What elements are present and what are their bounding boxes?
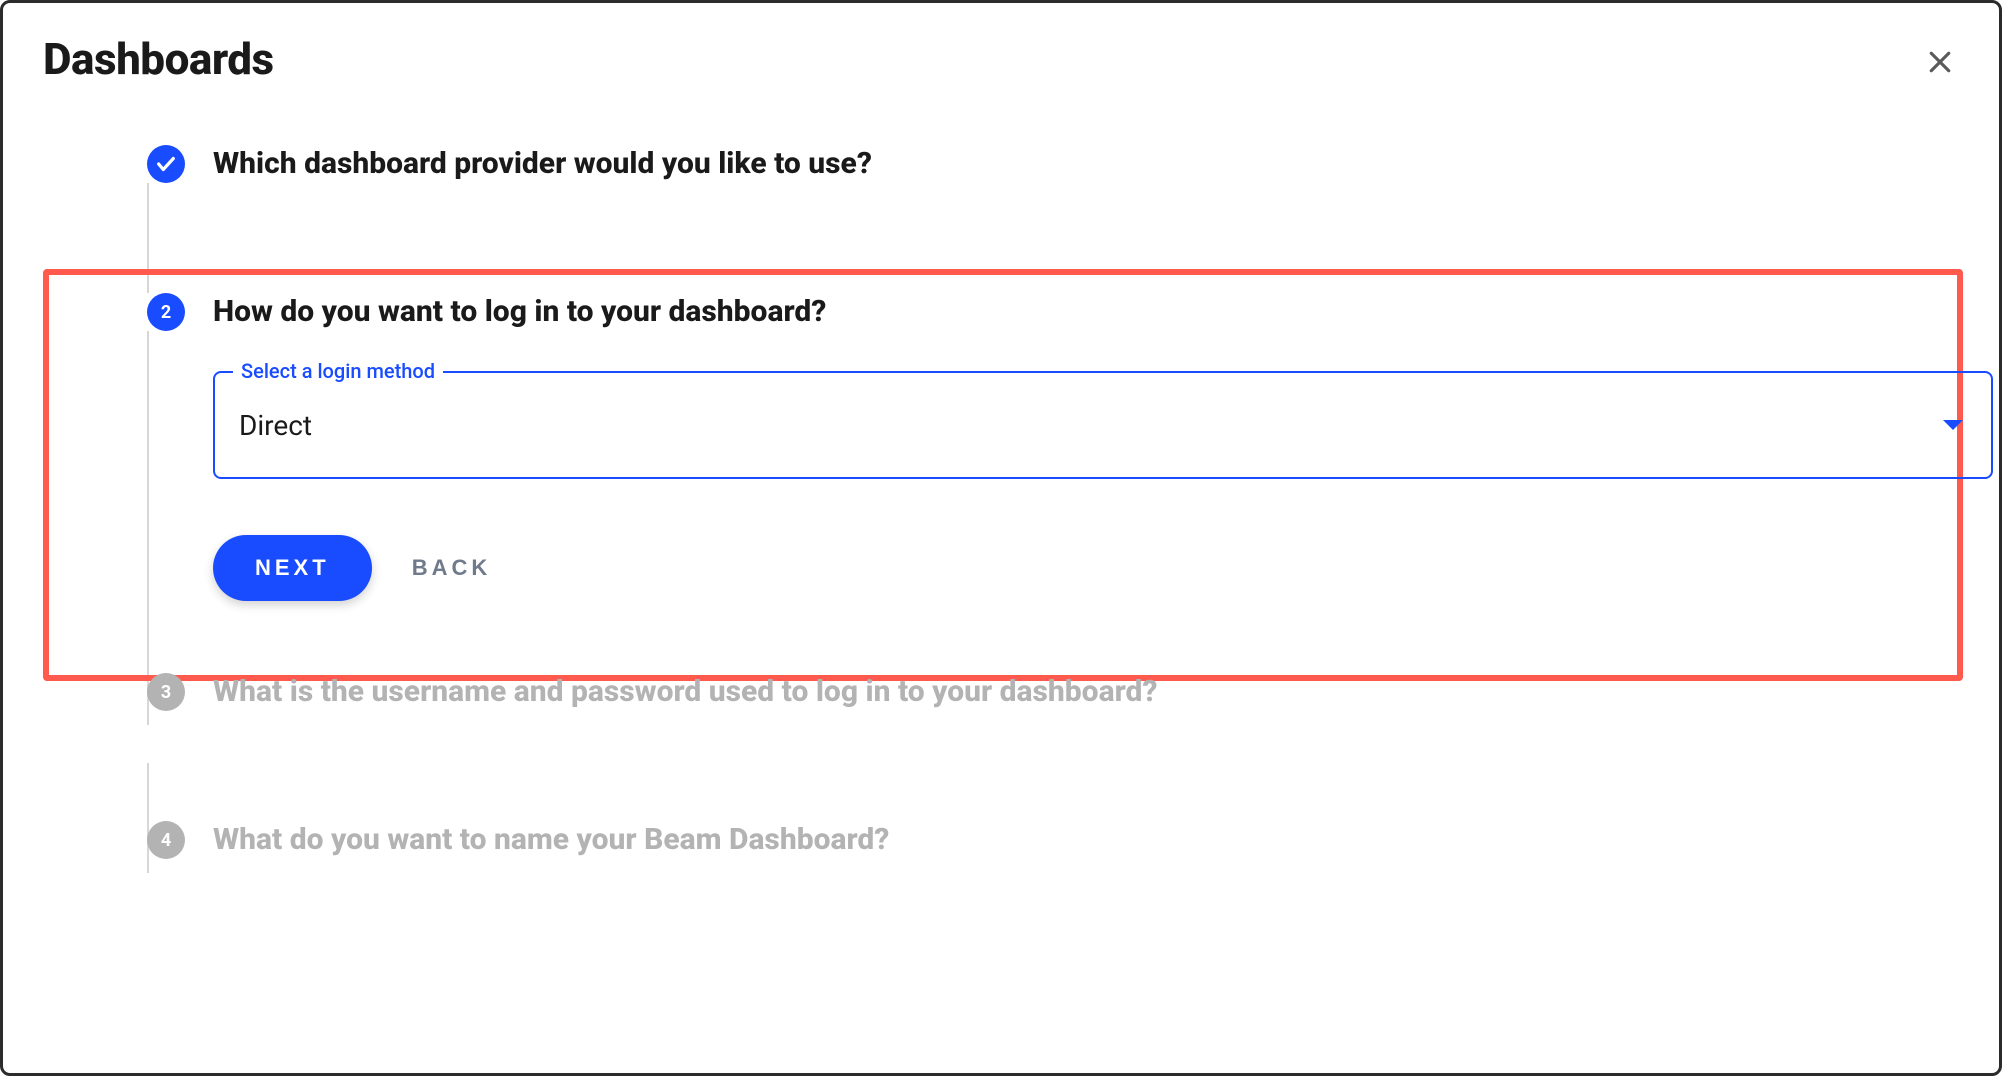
step-connector [147, 331, 149, 725]
select-float-label: Select a login method [233, 359, 443, 383]
stepper: Which dashboard provider would you like … [43, 145, 1959, 859]
step-2-buttons: NEXT BACK [213, 535, 1993, 601]
step-connector [147, 183, 149, 293]
step-3-number: 3 [161, 682, 171, 703]
next-button[interactable]: NEXT [213, 535, 372, 601]
dialog-title: Dashboards [43, 33, 1959, 85]
step-4-label: What do you want to name your Beam Dashb… [213, 821, 889, 859]
step-1: Which dashboard provider would you like … [93, 145, 1959, 183]
step-active-icon: 2 [147, 293, 185, 331]
step-4: 4 What do you want to name your Beam Das… [93, 821, 1959, 859]
check-icon [155, 153, 177, 175]
step-2-body: Select a login method Direct NEXT BACK [213, 371, 1993, 601]
chevron-down-icon [1943, 420, 1963, 430]
step-1-label: Which dashboard provider would you like … [213, 145, 872, 183]
step-2-label: How do you want to log in to your dashbo… [213, 293, 826, 331]
step-3: 3 What is the username and password used… [93, 673, 1959, 711]
step-2-number: 2 [161, 302, 171, 323]
select-value: Direct [239, 409, 312, 442]
close-icon [1925, 47, 1955, 77]
login-method-select[interactable]: Select a login method Direct [213, 371, 1993, 479]
step-inactive-icon: 3 [147, 673, 185, 711]
step-inactive-icon: 4 [147, 821, 185, 859]
close-button[interactable] [1921, 43, 1959, 81]
dashboards-dialog: Dashboards Which dashboard provider woul… [0, 0, 2002, 1076]
step-2: 2 How do you want to log in to your dash… [93, 293, 1959, 331]
step-4-number: 4 [161, 830, 171, 851]
back-button[interactable]: BACK [412, 555, 492, 581]
step-3-label: What is the username and password used t… [213, 673, 1157, 711]
step-completed-icon [147, 145, 185, 183]
